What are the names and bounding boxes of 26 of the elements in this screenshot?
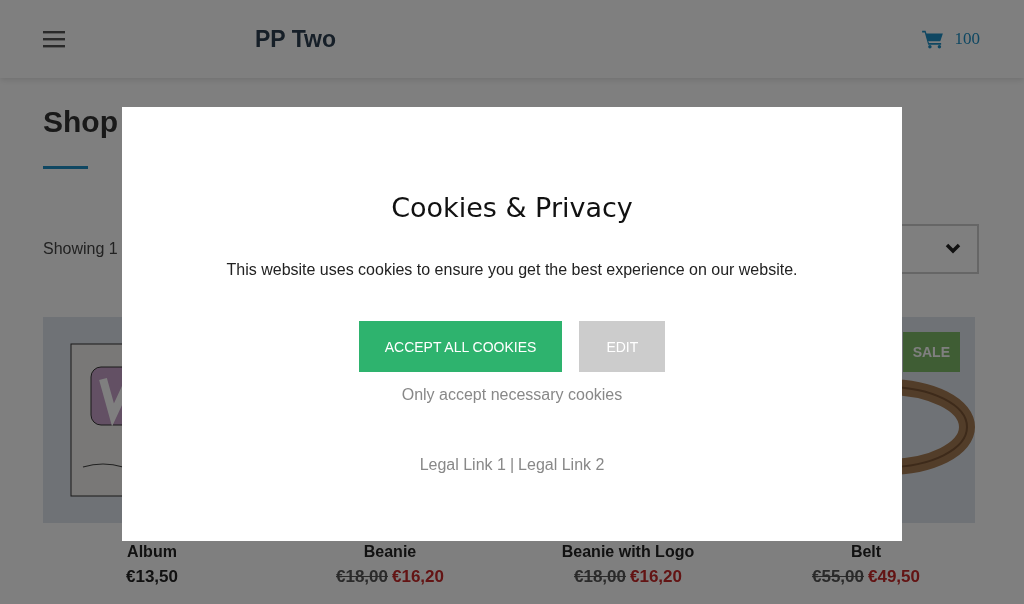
chevron-icon	[945, 243, 961, 255]
product-name[interactable]: Beanie	[363, 543, 417, 561]
product-name[interactable]: Belt	[850, 543, 882, 561]
legal-link[interactable]: Legal Link 1	[419, 456, 506, 474]
result-count: Showing 1	[43, 240, 118, 258]
old-price: €55,00	[812, 567, 864, 587]
product-price: €16,20	[630, 567, 682, 587]
dialog-message: This website uses cookies to ensure you get the best experience on our website.	[226, 261, 798, 279]
legal-link[interactable]: Legal Link 2	[518, 456, 605, 474]
product-name[interactable]: Beanie with Logo	[561, 543, 695, 561]
product-price: €13,50	[126, 567, 178, 587]
product-name[interactable]: Album	[127, 543, 177, 561]
product-price: €16,20	[392, 567, 444, 587]
necessary-cookies-link[interactable]: Only accept necessary cookies	[401, 386, 623, 404]
accept-button[interactable]: ACCEPT ALL COOKIES	[358, 321, 563, 372]
dialog-title: Cookies & Privacy	[391, 191, 633, 225]
menu-icon[interactable]	[43, 29, 65, 49]
link-separator: |	[509, 456, 515, 474]
cart-count[interactable]: 100	[954, 29, 980, 49]
cart-icon[interactable]	[921, 29, 943, 49]
product-price: €49,50	[868, 567, 920, 587]
site-logo[interactable]: PP Two	[255, 25, 336, 53]
sale-badge: SALE	[902, 332, 960, 372]
old-price: €18,00	[574, 567, 626, 587]
page-title: Shop	[43, 104, 119, 140]
old-price: €18,00	[336, 567, 388, 587]
